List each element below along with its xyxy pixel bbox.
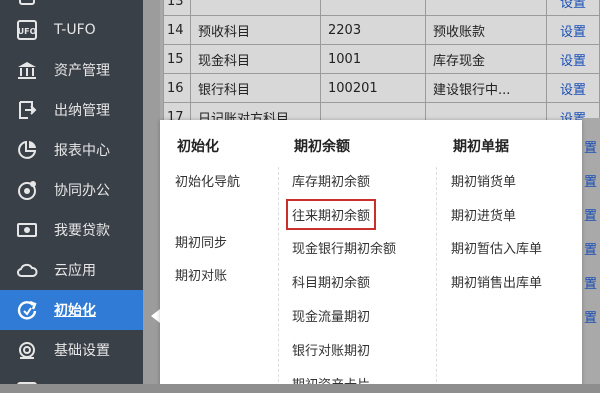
row-number: 16 bbox=[163, 73, 191, 103]
sidebar-item-basic-settings[interactable]: 基础设置 bbox=[0, 330, 143, 370]
account-code bbox=[320, 0, 426, 16]
menu-item-opening-sync[interactable]: 期初同步 bbox=[175, 232, 227, 251]
sidebar: UFO T-UFO 资产管理 出纳管理 报表中心 协同办公 我要贷款 云应用 初… bbox=[0, 0, 143, 393]
svg-text:UFO: UFO bbox=[18, 27, 37, 36]
sidebar-item-cashier[interactable]: 出纳管理 bbox=[0, 90, 143, 130]
menu-item-opening-estimate-inbound[interactable]: 期初暂估入库单 bbox=[451, 238, 542, 257]
menu-header-init: 初始化 bbox=[177, 139, 219, 155]
menu-item-inventory-opening[interactable]: 库存期初余额 bbox=[292, 171, 370, 190]
sidebar-item-label: T-UFO bbox=[54, 22, 96, 38]
setting-link[interactable]: 设置 bbox=[546, 0, 600, 16]
setting-link[interactable]: 置 bbox=[584, 171, 600, 190]
sidebar-item-assets[interactable]: 资产管理 bbox=[0, 50, 143, 90]
menu-item-opening-sales-order[interactable]: 期初销货单 bbox=[451, 171, 516, 190]
account-code: 100201 bbox=[320, 73, 426, 103]
row-number: 13 bbox=[163, 0, 191, 16]
sidebar-item-label: 资产管理 bbox=[54, 63, 110, 79]
sidebar-item-loan[interactable]: 我要贷款 bbox=[0, 210, 143, 250]
setting-link[interactable]: 置 bbox=[584, 137, 600, 156]
menu-item-subject-opening[interactable]: 科目期初余额 bbox=[292, 272, 370, 291]
bottom-status-strip bbox=[0, 384, 600, 393]
row-number: 14 bbox=[163, 15, 191, 45]
account-desc: 建设银行中... bbox=[425, 73, 547, 103]
setting-link[interactable]: 设置 bbox=[546, 15, 600, 45]
init-icon bbox=[16, 299, 38, 321]
sidebar-item-label: 我要贷款 bbox=[54, 223, 110, 239]
collaboration-icon bbox=[16, 179, 38, 201]
settings-icon bbox=[16, 339, 38, 361]
ufo-icon: UFO bbox=[16, 19, 38, 41]
partial-top-icon bbox=[16, 0, 38, 9]
column-divider bbox=[436, 167, 437, 393]
account-desc: 库存现金 bbox=[425, 44, 547, 74]
sidebar-item-t-ufo[interactable]: UFO T-UFO bbox=[0, 10, 143, 50]
loan-icon bbox=[16, 219, 38, 241]
account-code: 1001 bbox=[320, 44, 426, 74]
account-name: 银行科目 bbox=[190, 73, 321, 103]
sidebar-item-cloud[interactable]: 云应用 bbox=[0, 250, 143, 290]
table-row: 14 预收科目 2203 预收账款 设置 bbox=[163, 15, 600, 45]
menu-item-receivable-opening[interactable]: 往来期初余额 bbox=[285, 199, 377, 230]
sidebar-item-label: 报表中心 bbox=[54, 143, 110, 159]
account-name bbox=[190, 0, 321, 16]
menu-item-opening-purchase-order[interactable]: 期初进货单 bbox=[451, 205, 516, 224]
sidebar-gap bbox=[143, 0, 160, 393]
init-flyout-menu: 初始化 初始化导航 期初同步 期初对账 期初余额 库存期初余额 往来期初余额 现… bbox=[160, 120, 582, 393]
sidebar-item-label: 初始化 bbox=[54, 303, 96, 319]
column-divider bbox=[278, 167, 279, 393]
account-name: 预收科目 bbox=[190, 15, 321, 45]
table-row: 13 设置 bbox=[163, 0, 600, 16]
setting-link[interactable]: 置 bbox=[584, 273, 600, 292]
menu-item-cash-bank-opening[interactable]: 现金银行期初余额 bbox=[292, 238, 396, 257]
flyout-pointer bbox=[151, 309, 160, 323]
sidebar-item-collab[interactable]: 协同办公 bbox=[0, 170, 143, 210]
account-desc: 预收账款 bbox=[425, 15, 547, 45]
row-number: 15 bbox=[163, 44, 191, 74]
menu-item-opening-sales-outbound[interactable]: 期初销售出库单 bbox=[451, 272, 542, 291]
account-code: 2203 bbox=[320, 15, 426, 45]
sidebar-item-label: 协同办公 bbox=[54, 183, 110, 199]
sidebar-item-label: 基础设置 bbox=[54, 343, 110, 359]
menu-item-cashflow-opening[interactable]: 现金流量期初 bbox=[292, 306, 370, 325]
setting-link[interactable]: 置 bbox=[584, 239, 600, 258]
account-table: 13 设置 14 预收科目 2203 预收账款 设置 15 现金科目 1001 bbox=[163, 0, 600, 132]
cloud-icon bbox=[16, 259, 38, 281]
account-desc bbox=[425, 0, 547, 16]
setting-link[interactable]: 置 bbox=[584, 307, 600, 326]
menu-header-opening-docs: 期初单据 bbox=[453, 139, 509, 155]
sidebar-item-label: 出纳管理 bbox=[54, 103, 110, 119]
cashier-icon bbox=[16, 99, 38, 121]
sidebar-item-label: 云应用 bbox=[54, 263, 96, 279]
sidebar-item-init[interactable]: 初始化 bbox=[0, 290, 143, 330]
setting-link[interactable]: 置 bbox=[584, 205, 600, 224]
bank-icon bbox=[16, 59, 38, 81]
menu-item-bank-reconcile-opening[interactable]: 银行对账期初 bbox=[292, 340, 370, 359]
app-window: UFO T-UFO 资产管理 出纳管理 报表中心 协同办公 我要贷款 云应用 初… bbox=[0, 0, 600, 393]
table-row: 15 现金科目 1001 库存现金 设置 bbox=[163, 44, 600, 74]
menu-header-opening-balance: 期初余额 bbox=[294, 139, 350, 155]
menu-item-init-guide[interactable]: 初始化导航 bbox=[175, 171, 240, 190]
menu-item-opening-reconcile[interactable]: 期初对账 bbox=[175, 265, 227, 284]
setting-link[interactable]: 设置 bbox=[546, 73, 600, 103]
pie-chart-icon bbox=[16, 139, 38, 161]
table-row: 16 银行科目 100201 建设银行中... 设置 bbox=[163, 73, 600, 103]
sidebar-item-reports[interactable]: 报表中心 bbox=[0, 130, 143, 170]
account-name: 现金科目 bbox=[190, 44, 321, 74]
setting-link[interactable]: 设置 bbox=[546, 44, 600, 74]
